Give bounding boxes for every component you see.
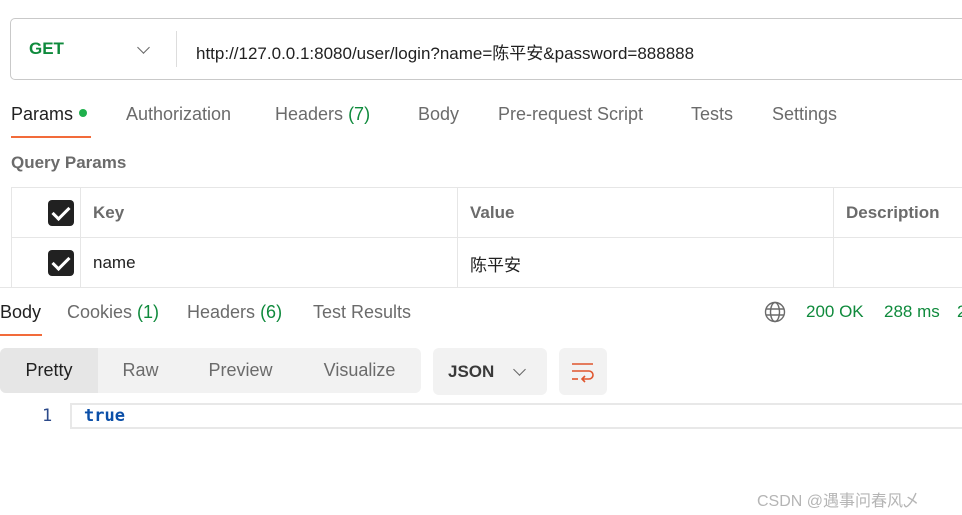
query-params-title: Query Params [11, 153, 127, 172]
row-checkbox[interactable] [48, 250, 74, 276]
table-row: name 陈平安 [11, 238, 962, 288]
wrap-lines-icon [572, 363, 594, 383]
method-select[interactable]: GET [29, 39, 64, 59]
tab-params[interactable]: Params [11, 104, 88, 125]
view-raw[interactable]: Raw [98, 348, 183, 393]
tab-label: Cookies [67, 302, 133, 322]
param-key[interactable]: name [80, 238, 457, 288]
tab-authorization[interactable]: Authorization [126, 104, 231, 125]
headers-count: (7) [348, 104, 371, 124]
response-tab-headers[interactable]: Headers (6) [187, 302, 282, 323]
column-key: Key [80, 188, 457, 238]
table-header-row: Key Value Description [11, 188, 962, 238]
response-tab-cookies[interactable]: Cookies (1) [67, 302, 159, 323]
code-editor[interactable]: true [70, 403, 962, 429]
code-line: true [84, 406, 125, 426]
url-bar: GET http://127.0.0.1:8080/user/login?nam… [10, 18, 962, 80]
view-pretty[interactable]: Pretty [0, 348, 98, 393]
view-preview[interactable]: Preview [183, 348, 298, 393]
column-description: Description [833, 188, 962, 238]
tab-label: Headers [187, 302, 256, 322]
line-number: 1 [42, 406, 53, 426]
response-time[interactable]: 288 ms [884, 302, 940, 322]
tab-pre-request-script[interactable]: Pre-request Script [498, 104, 643, 125]
param-value[interactable]: 陈平安 [457, 238, 833, 288]
tab-tests[interactable]: Tests [691, 104, 733, 125]
active-tab-underline [0, 334, 42, 336]
divider [176, 31, 177, 67]
cookies-count: (1) [137, 302, 160, 322]
status-code[interactable]: 200 OK [806, 302, 864, 322]
format-select[interactable]: JSON [433, 348, 547, 395]
query-params-table: Key Value Description name 陈平安 [11, 187, 962, 288]
headers-count: (6) [260, 302, 283, 322]
tab-settings[interactable]: Settings [772, 104, 837, 125]
tab-headers[interactable]: Headers (7) [275, 104, 370, 125]
format-label: JSON [448, 362, 495, 381]
watermark: CSDN @遇事问春风乄 [757, 493, 920, 510]
response-tab-body[interactable]: Body [0, 302, 41, 323]
tab-body[interactable]: Body [418, 104, 459, 125]
url-input[interactable]: http://127.0.0.1:8080/user/login?name=陈平… [196, 39, 694, 64]
chevron-down-icon[interactable] [137, 41, 150, 54]
divider [0, 287, 962, 288]
tab-label: Headers [275, 104, 344, 124]
response-tab-test-results[interactable]: Test Results [313, 302, 411, 323]
params-dot-indicator [79, 109, 88, 118]
param-description[interactable] [833, 238, 962, 288]
view-mode-segmented-control: Pretty Raw Preview Visualize [0, 348, 421, 393]
column-value: Value [457, 188, 833, 238]
response-size[interactable]: 2 [957, 302, 962, 322]
globe-icon[interactable] [764, 301, 786, 323]
view-visualize[interactable]: Visualize [298, 348, 421, 393]
tab-label: Params [11, 104, 74, 124]
wrap-lines-button[interactable] [559, 348, 607, 395]
active-tab-underline [11, 136, 91, 138]
chevron-down-icon [513, 363, 526, 376]
select-all-checkbox[interactable] [48, 200, 74, 226]
